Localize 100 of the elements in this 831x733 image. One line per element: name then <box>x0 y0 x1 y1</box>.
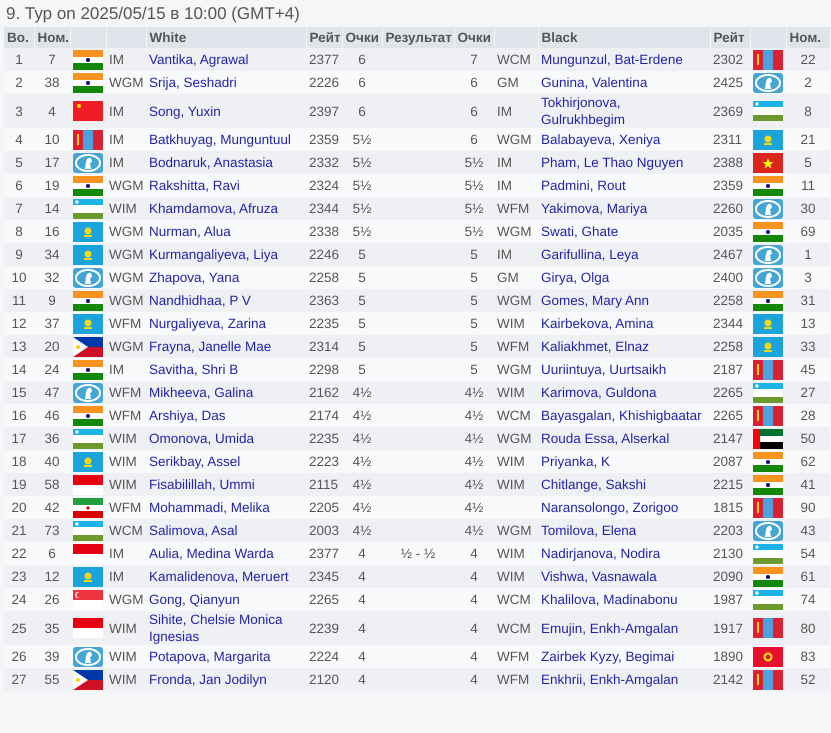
player-name-link[interactable]: Uuriintuya, Uurtsaikh <box>541 361 666 378</box>
player-name-link[interactable]: Aulia, Medina Warda <box>149 545 274 562</box>
player-name-link[interactable]: Kurmangaliyeva, Liya <box>149 246 278 263</box>
player-title: WIM <box>109 431 137 446</box>
player-points: 6 <box>470 104 478 118</box>
board-number: 20 <box>11 500 27 515</box>
player-name-link[interactable]: Fisabilillah, Ummi <box>149 476 255 493</box>
player-name-link[interactable]: Gomes, Mary Ann <box>541 292 650 309</box>
player-points: 5 <box>470 247 478 262</box>
player-rating: 2203 <box>713 523 744 538</box>
player-points: 5 <box>358 247 366 262</box>
player-name-link[interactable]: Chitlange, Sakshi <box>541 476 646 493</box>
player-name-link[interactable]: Karimova, Guldona <box>541 384 657 401</box>
player-name-link[interactable]: Khamdamova, Afruza <box>149 200 278 217</box>
player-name-link[interactable]: Priyanka, K <box>541 453 610 470</box>
player-name-link[interactable]: Frayna, Janelle Mae <box>149 338 272 355</box>
player-rating: 2311 <box>713 132 742 147</box>
player-name-link[interactable]: Nurman, Alua <box>149 223 231 240</box>
player-title: WCM <box>109 523 143 538</box>
player-name-link[interactable]: Zairbek Kyzy, Begimai <box>541 648 674 665</box>
board-number: 27 <box>11 672 27 687</box>
board-number: 19 <box>11 477 27 492</box>
player-name-link[interactable]: Arshiya, Das <box>149 407 226 424</box>
player-title: WGM <box>109 293 144 308</box>
board-number: 4 <box>15 132 23 147</box>
player-number: 31 <box>800 293 816 308</box>
player-name-link[interactable]: Padmini, Rout <box>541 177 626 194</box>
player-name-link[interactable]: Potapova, Margarita <box>149 648 271 665</box>
player-title: WGM <box>109 75 144 90</box>
player-rating: 2003 <box>309 523 340 538</box>
flag-icon <box>73 101 103 121</box>
player-name-link[interactable]: Mungunzul, Bat-Erdene <box>541 51 683 68</box>
player-name-link[interactable]: Sihite, Chelsie Monica Ignesias <box>149 611 303 645</box>
player-rating: 2087 <box>713 454 744 469</box>
player-name-link[interactable]: Rouda Essa, Alserkal <box>541 430 670 447</box>
player-name-link[interactable]: Kaliakhmet, Elnaz <box>541 338 650 355</box>
player-rating: 2359 <box>713 178 744 193</box>
board-number: 12 <box>11 316 27 331</box>
player-name-link[interactable]: Srija, Seshadri <box>149 74 237 91</box>
player-name-link[interactable]: Bodnaruk, Anastasia <box>149 154 273 171</box>
player-title: WGM <box>497 523 532 538</box>
round-title: 9. Тур on 2025/05/15 в 10:00 (GMT+4) <box>5 3 301 25</box>
player-name-link[interactable]: Tomilova, Elena <box>541 522 636 539</box>
player-name-link[interactable]: Rakshitta, Ravi <box>149 177 240 194</box>
player-name-link[interactable]: Garifullina, Leya <box>541 246 639 263</box>
player-name-link[interactable]: Balabayeva, Xeniya <box>541 131 660 148</box>
player-rating: 2258 <box>713 293 744 308</box>
player-name-link[interactable]: Kamalidenova, Meruert <box>149 568 289 585</box>
player-name-link[interactable]: Pham, Le Thao Nguyen <box>541 154 684 171</box>
player-name-link[interactable]: Girya, Olga <box>541 269 610 286</box>
player-points: 6 <box>470 132 478 147</box>
player-name-link[interactable]: Khalilova, Madinabonu <box>541 591 678 608</box>
player-name-link[interactable]: Gunina, Valentina <box>541 74 648 91</box>
player-title: WIM <box>497 454 525 469</box>
player-name-link[interactable]: Naransolongo, Zorigoo <box>541 499 678 516</box>
player-rating: 2298 <box>309 362 340 377</box>
column-header: Очки <box>342 27 382 48</box>
player-name-link[interactable]: Vantika, Agrawal <box>149 51 249 68</box>
player-name-link[interactable]: Gong, Qianyun <box>149 591 240 608</box>
flag-icon <box>73 670 103 690</box>
player-name-link[interactable]: Salimova, Asal <box>149 522 238 539</box>
player-rating: 2235 <box>309 431 340 446</box>
player-title: IM <box>109 52 124 67</box>
player-number: 55 <box>44 672 60 687</box>
player-points: 4½ <box>352 477 372 492</box>
player-name-link[interactable]: Fronda, Jan Jodilyn <box>149 671 267 688</box>
player-points: 5 <box>358 316 366 331</box>
flag-icon <box>753 646 783 666</box>
player-name-link[interactable]: Savitha, Shri B <box>149 361 238 378</box>
player-points: 4½ <box>464 385 484 400</box>
player-name-link[interactable]: Nadirjanova, Nodira <box>541 545 660 562</box>
player-number: 34 <box>44 247 60 262</box>
player-name-link[interactable]: Tokhirjonova, Gulrukhbegim <box>541 94 707 128</box>
player-title: WIM <box>109 672 137 687</box>
player-rating: 2425 <box>713 75 744 90</box>
player-name-link[interactable]: Mohammadi, Melika <box>149 499 270 516</box>
player-name-link[interactable]: Song, Yuxin <box>149 102 221 120</box>
player-name-link[interactable]: Yakimova, Mariya <box>541 200 648 217</box>
player-name-link[interactable]: Enkhrii, Enkh-Amgalan <box>541 671 678 688</box>
flag-icon <box>753 130 783 150</box>
player-name-link[interactable]: Zhapova, Yana <box>149 269 240 286</box>
player-title: GM <box>497 270 519 285</box>
player-points: 5½ <box>352 178 372 193</box>
player-name-link[interactable]: Serikbay, Assel <box>149 453 240 470</box>
player-rating: 2344 <box>713 316 744 331</box>
player-name-link[interactable]: Mikheeva, Galina <box>149 384 254 401</box>
player-points: 4½ <box>464 523 484 538</box>
player-name-link[interactable]: Nandhidhaa, P V <box>149 292 251 309</box>
flag-icon <box>73 222 103 242</box>
player-points: 5 <box>358 362 366 377</box>
player-name-link[interactable]: Batkhuyag, Munguntuul <box>149 131 291 148</box>
player-name-link[interactable]: Nurgaliyeva, Zarina <box>149 315 266 332</box>
player-name-link[interactable]: Swati, Ghate <box>541 223 618 240</box>
player-name-link[interactable]: Bayasgalan, Khishigbaatar <box>541 407 702 424</box>
player-title: WFM <box>109 408 142 423</box>
player-number: 41 <box>800 477 816 492</box>
player-name-link[interactable]: Kairbekova, Amina <box>541 315 654 332</box>
player-name-link[interactable]: Omonova, Umida <box>149 430 254 447</box>
player-name-link[interactable]: Emujin, Enkh-Amgalan <box>541 620 678 636</box>
player-name-link[interactable]: Vishwa, Vasnawala <box>541 568 657 585</box>
